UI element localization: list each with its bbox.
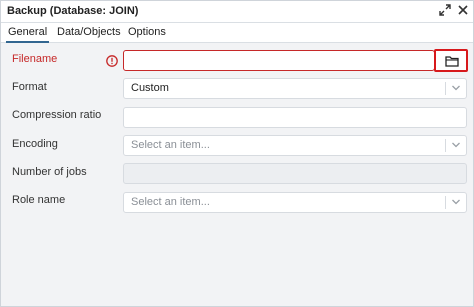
format-label: Format [12, 81, 47, 93]
tab-bar: General Data/Objects Options [1, 23, 473, 43]
tab-data-objects[interactable]: Data/Objects [57, 26, 121, 38]
number-of-jobs-input[interactable] [123, 163, 467, 184]
format-selected-value: Custom [131, 82, 169, 94]
folder-icon [445, 56, 459, 67]
chevron-down-icon[interactable] [451, 140, 461, 150]
backup-dialog: Backup (Database: JOIN) General Data/Obj… [0, 0, 474, 307]
tab-general[interactable]: General [5, 26, 50, 43]
dialog-title: Backup (Database: JOIN) [7, 5, 139, 17]
encoding-label: Encoding [12, 138, 58, 150]
compression-ratio-label: Compression ratio [12, 109, 102, 121]
filename-label: Filename [12, 53, 58, 65]
role-name-placeholder: Select an item... [131, 196, 210, 208]
encoding-placeholder: Select an item... [131, 139, 210, 151]
select-divider [445, 196, 446, 209]
chevron-down-icon[interactable] [451, 83, 461, 93]
browse-folder-button[interactable] [434, 49, 468, 72]
role-name-label: Role name [12, 194, 66, 206]
number-of-jobs-label: Number of jobs [12, 166, 87, 178]
format-select[interactable]: Custom [123, 78, 467, 99]
encoding-select[interactable]: Select an item... [123, 135, 467, 156]
compression-ratio-input[interactable] [123, 107, 467, 128]
select-divider [445, 139, 446, 152]
close-icon[interactable] [456, 4, 470, 18]
expand-arrows-icon[interactable] [438, 4, 452, 18]
dialog-titlebar[interactable]: Backup (Database: JOIN) [1, 1, 473, 23]
filename-input[interactable] [123, 50, 435, 71]
chevron-down-icon[interactable] [451, 197, 461, 207]
error-icon [106, 55, 118, 67]
select-divider [445, 82, 446, 95]
tab-options[interactable]: Options [128, 26, 166, 38]
role-name-select[interactable]: Select an item... [123, 192, 467, 213]
